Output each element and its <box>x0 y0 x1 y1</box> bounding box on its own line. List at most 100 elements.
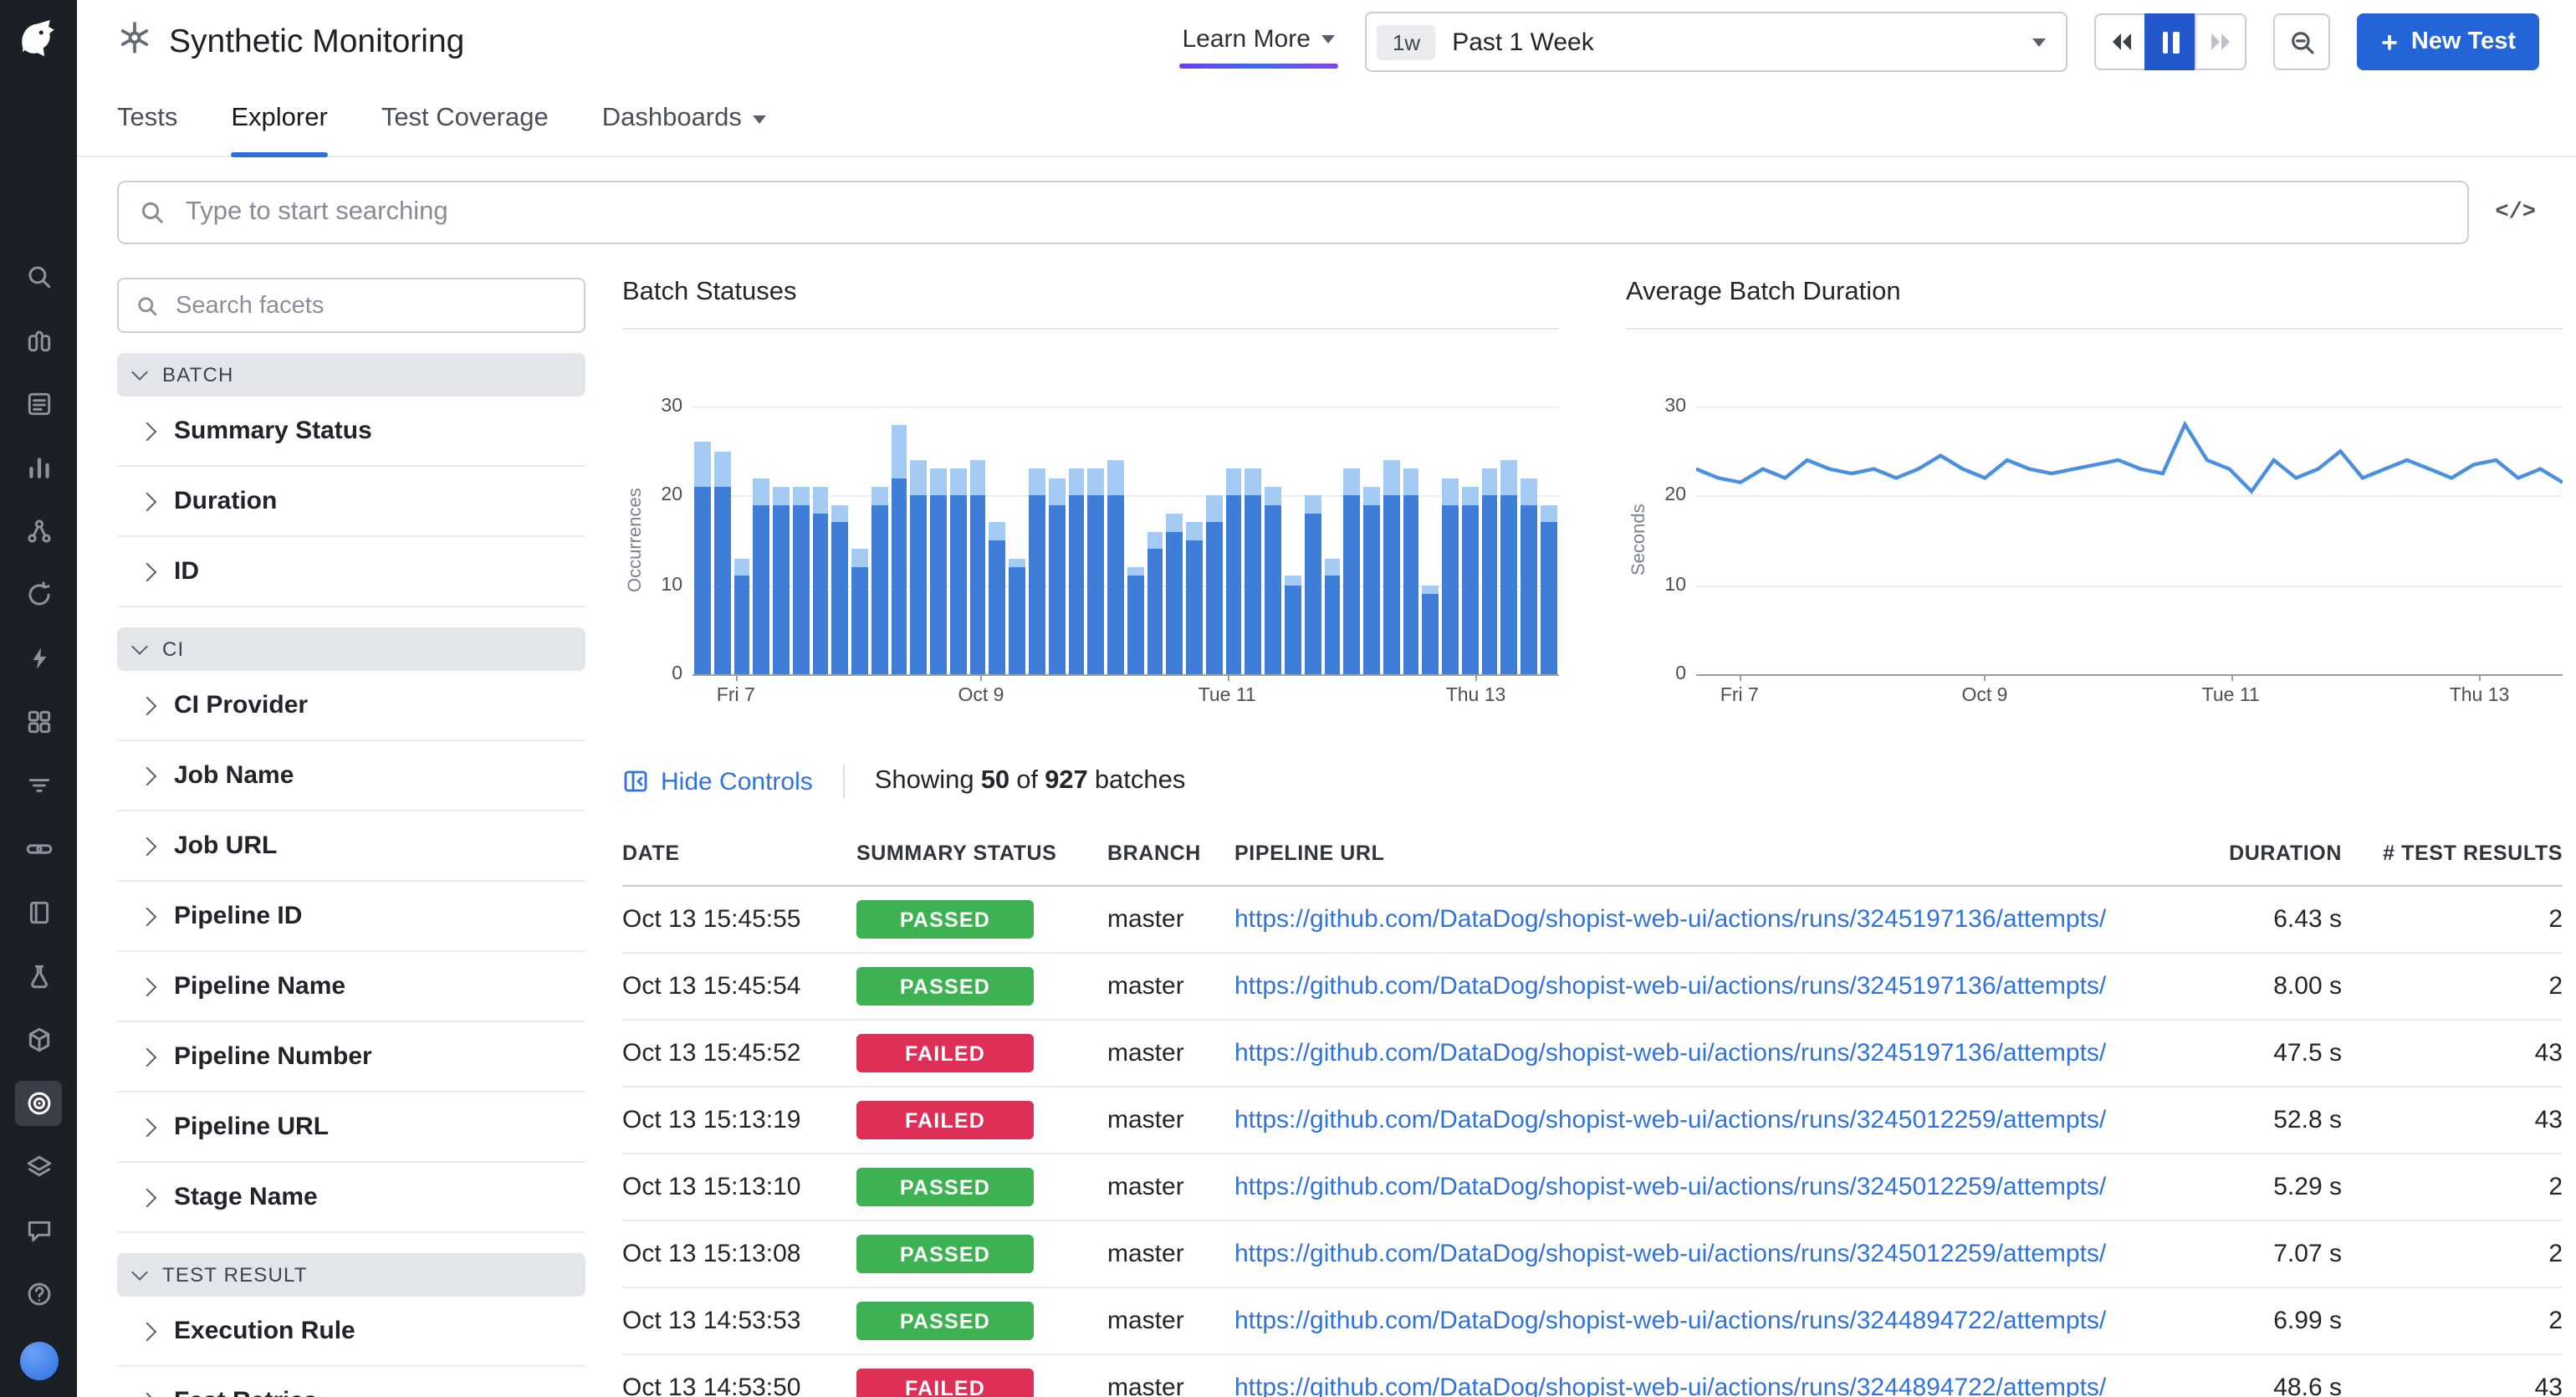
column-header[interactable]: DATE <box>622 828 856 886</box>
facet-group-test-result[interactable]: TEST RESULT <box>117 1253 585 1297</box>
pause-button[interactable] <box>2145 13 2197 70</box>
stacked-bar[interactable] <box>1403 469 1419 674</box>
stacked-bar[interactable] <box>1481 469 1498 674</box>
facet-pipeline-url[interactable]: Pipeline URL <box>117 1093 585 1163</box>
stacked-bar[interactable] <box>793 487 810 674</box>
facet-summary-status[interactable]: Summary Status <box>117 397 585 467</box>
table-row[interactable]: Oct 13 15:45:52FAILEDmasterhttps://githu… <box>622 1020 2563 1087</box>
metrics-icon[interactable] <box>15 445 62 490</box>
stacked-bar[interactable] <box>1147 531 1163 674</box>
stacked-bar[interactable] <box>1127 567 1144 674</box>
rewind-button[interactable] <box>2095 13 2147 70</box>
column-header[interactable]: BRANCH <box>1107 828 1234 886</box>
rum-icon[interactable] <box>15 1144 62 1190</box>
infrastructure-icon[interactable] <box>15 318 62 363</box>
stacked-bar[interactable] <box>1501 460 1518 674</box>
facet-search-input[interactable] <box>172 290 567 320</box>
stacked-bar[interactable] <box>1186 523 1203 674</box>
stacked-bar[interactable] <box>950 469 967 674</box>
stacked-bar[interactable] <box>754 478 770 674</box>
facet-search[interactable] <box>117 278 585 333</box>
pipeline-url-link[interactable]: https://github.com/DataDog/shopist-web-u… <box>1234 905 2106 934</box>
pipeline-url-link[interactable]: https://github.com/DataDog/shopist-web-u… <box>1234 1240 2106 1268</box>
column-header[interactable]: # TEST RESULTS <box>2342 828 2563 886</box>
stacked-bar[interactable] <box>1304 496 1321 674</box>
stacked-bar[interactable] <box>1225 469 1242 674</box>
stacked-bar[interactable] <box>930 469 947 674</box>
pipeline-url-link[interactable]: https://github.com/DataDog/shopist-web-u… <box>1234 1039 2106 1067</box>
pipeline-url-link[interactable]: https://github.com/DataDog/shopist-web-u… <box>1234 972 2106 1000</box>
tab-dashboards[interactable]: Dashboards <box>602 84 767 156</box>
facet-pipeline-name[interactable]: Pipeline Name <box>117 952 585 1022</box>
facet-pipeline-id[interactable]: Pipeline ID <box>117 882 585 952</box>
stacked-bar[interactable] <box>1206 496 1223 674</box>
apm-icon[interactable] <box>15 509 62 554</box>
time-range-picker[interactable]: 1w Past 1 Week <box>1366 12 2068 72</box>
stacked-bar[interactable] <box>1167 514 1183 674</box>
ci-icon[interactable] <box>15 572 62 617</box>
hide-controls-button[interactable]: Hide Controls <box>622 767 813 796</box>
stacked-bar[interactable] <box>1029 469 1045 674</box>
stacked-bar[interactable] <box>1442 478 1459 674</box>
zoom-out-button[interactable] <box>2274 13 2331 70</box>
error-tracking-icon[interactable] <box>15 636 62 681</box>
stacked-bar[interactable] <box>1521 478 1537 674</box>
stacked-bar[interactable] <box>1107 460 1124 674</box>
synthetics-icon[interactable] <box>15 1081 62 1126</box>
stacked-bar[interactable] <box>969 460 986 674</box>
user-avatar[interactable] <box>19 1342 58 1380</box>
facet-stage-name[interactable]: Stage Name <box>117 1163 585 1233</box>
pipeline-url-link[interactable]: https://github.com/DataDog/shopist-web-u… <box>1234 1173 2106 1201</box>
stacked-bar[interactable] <box>911 460 928 674</box>
stacked-bar[interactable] <box>871 487 888 674</box>
stacked-bar[interactable] <box>1265 487 1281 674</box>
stacked-bar[interactable] <box>832 504 849 674</box>
facet-fast-retries[interactable]: Fast Retries <box>117 1367 585 1397</box>
tab-tests[interactable]: Tests <box>117 84 177 156</box>
filters-icon[interactable] <box>15 763 62 808</box>
stacked-bar[interactable] <box>891 424 907 674</box>
notebooks-icon[interactable] <box>15 890 62 935</box>
datadog-logo-icon[interactable] <box>13 13 64 64</box>
facet-job-name[interactable]: Job Name <box>117 741 585 811</box>
column-header[interactable]: SUMMARY STATUS <box>856 828 1107 886</box>
watchdog-icon[interactable] <box>15 954 62 999</box>
stacked-bar[interactable] <box>1068 469 1085 674</box>
support-chat-icon[interactable] <box>15 1208 62 1253</box>
stacked-bar[interactable] <box>1049 478 1066 674</box>
help-icon[interactable] <box>15 1272 62 1317</box>
table-row[interactable]: Oct 13 14:53:50FAILEDmasterhttps://githu… <box>622 1354 2563 1397</box>
facet-ci-provider[interactable]: CI Provider <box>117 671 585 741</box>
table-row[interactable]: Oct 13 15:13:08PASSEDmasterhttps://githu… <box>622 1220 2563 1287</box>
new-test-button[interactable]: + New Test <box>2358 13 2539 70</box>
stacked-bar[interactable] <box>1088 469 1105 674</box>
facet-duration[interactable]: Duration <box>117 467 585 537</box>
search-input[interactable] <box>182 196 2446 229</box>
software-catalog-icon[interactable] <box>15 1017 62 1062</box>
query-syntax-icon[interactable]: </> <box>2492 193 2539 232</box>
stacked-bar[interactable] <box>1009 558 1026 674</box>
stacked-bar[interactable] <box>1383 460 1400 674</box>
integrations-icon[interactable] <box>15 699 62 745</box>
tab-explorer[interactable]: Explorer <box>231 84 327 156</box>
learn-more-dropdown[interactable]: Learn More <box>1179 11 1339 73</box>
stacked-bar[interactable] <box>1462 487 1479 674</box>
stacked-bar[interactable] <box>851 550 868 674</box>
table-row[interactable]: Oct 13 15:45:55PASSEDmasterhttps://githu… <box>622 886 2563 953</box>
facet-group-batch[interactable]: BATCH <box>117 353 585 397</box>
table-row[interactable]: Oct 13 15:45:54PASSEDmasterhttps://githu… <box>622 953 2563 1020</box>
stacked-bar[interactable] <box>989 523 1006 674</box>
stacked-bar[interactable] <box>812 487 829 674</box>
table-row[interactable]: Oct 13 14:53:53PASSEDmasterhttps://githu… <box>622 1287 2563 1354</box>
logs-icon[interactable] <box>15 381 62 427</box>
facet-job-url[interactable]: Job URL <box>117 811 585 882</box>
pipeline-url-link[interactable]: https://github.com/DataDog/shopist-web-u… <box>1234 1307 2106 1335</box>
stacked-bar[interactable] <box>1344 469 1361 674</box>
search-icon[interactable] <box>15 254 62 299</box>
fast-forward-button[interactable] <box>2195 13 2247 70</box>
table-row[interactable]: Oct 13 15:13:10PASSEDmasterhttps://githu… <box>622 1154 2563 1220</box>
column-header[interactable]: DURATION <box>2141 828 2342 886</box>
pipeline-url-link[interactable]: https://github.com/DataDog/shopist-web-u… <box>1234 1374 2106 1397</box>
stacked-bar[interactable] <box>714 451 731 674</box>
stacked-bar[interactable] <box>694 443 711 674</box>
